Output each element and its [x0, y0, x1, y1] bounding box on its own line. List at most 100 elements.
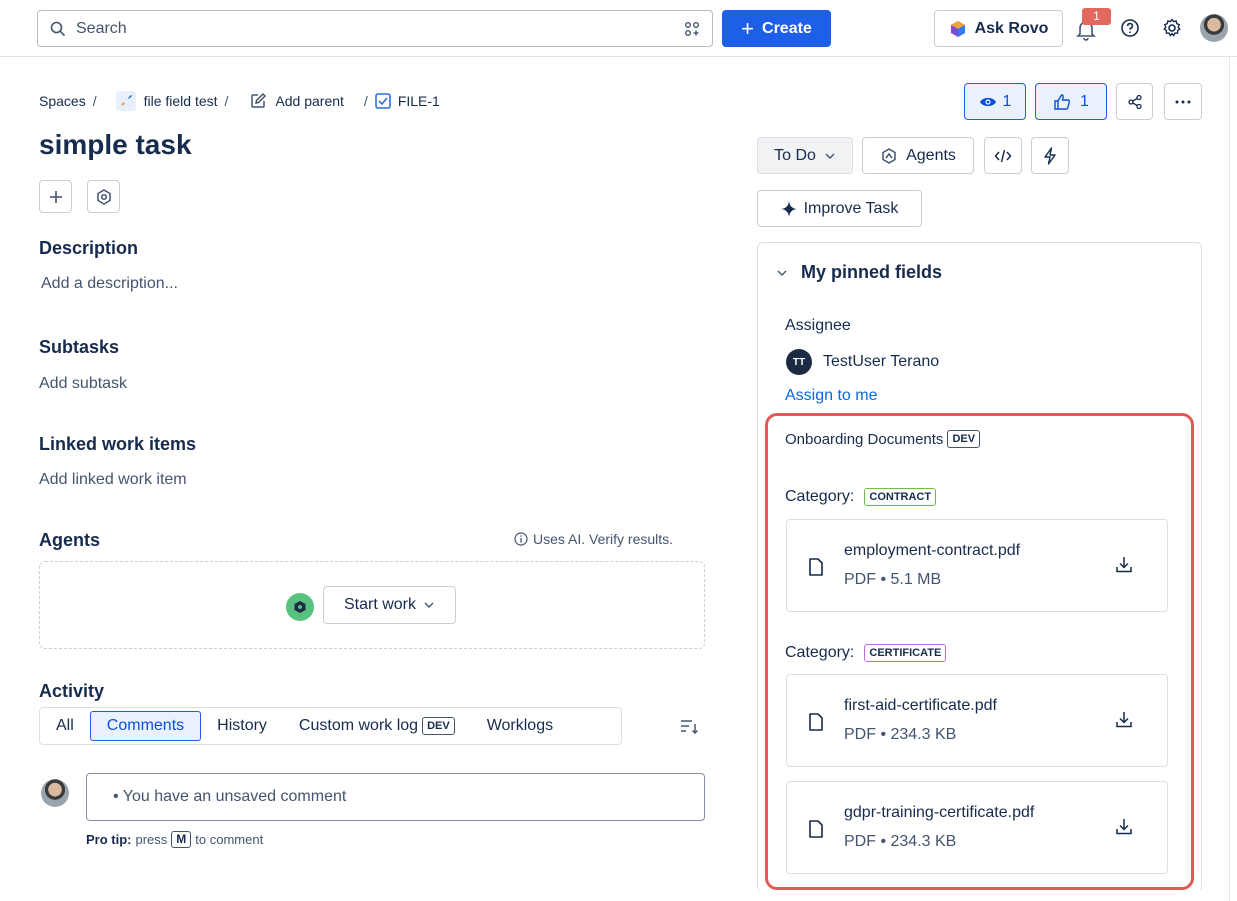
category-label: Category:: [785, 488, 855, 505]
breadcrumb: Spaces / file field test / Add parent / …: [39, 91, 440, 111]
assignee-label: Assignee: [785, 317, 851, 334]
watch-button[interactable]: 1: [964, 83, 1026, 120]
sort-order-icon[interactable]: [679, 716, 699, 736]
file-meta: PDF • 234.3 KB: [844, 726, 957, 743]
plus-icon: +: [741, 15, 755, 41]
share-icon: [1127, 94, 1142, 109]
plus-icon: [49, 190, 62, 203]
settings-gear-icon[interactable]: [1162, 18, 1182, 38]
help-icon[interactable]: [1120, 18, 1140, 38]
onboarding-documents-label: Onboarding Documents DEV: [785, 430, 981, 448]
like-count: 1: [1080, 92, 1089, 110]
file-name: first-aid-certificate.pdf: [844, 697, 997, 714]
improve-task-button[interactable]: Improve Task: [757, 190, 922, 227]
breadcrumb-project[interactable]: file field test: [144, 93, 218, 109]
search-icon: [50, 21, 66, 36]
tab-custom-work-log-label: Custom work log: [298, 717, 419, 734]
tab-worklogs[interactable]: Worklogs: [471, 711, 569, 741]
add-subtask-link[interactable]: Add subtask: [39, 375, 127, 393]
ask-rovo-button[interactable]: Ask Rovo: [934, 10, 1063, 47]
start-work-button[interactable]: Start work: [323, 586, 456, 624]
breadcrumb-separator: /: [363, 93, 368, 109]
activity-tabs: All Comments History Custom work log DEV…: [39, 707, 622, 745]
onboarding-documents-title: Onboarding Documents: [785, 430, 944, 448]
assignee-field[interactable]: TT TestUser Terano: [786, 349, 939, 375]
status-dropdown[interactable]: To Do: [757, 137, 853, 174]
breadcrumb-separator: /: [224, 93, 229, 109]
file-name: employment-contract.pdf: [844, 542, 1021, 559]
ai-note: Uses AI. Verify results.: [514, 531, 673, 547]
download-icon[interactable]: [1114, 817, 1134, 837]
search-filter-icon[interactable]: [684, 21, 700, 37]
chevron-down-icon: [777, 270, 787, 276]
add-linked-item-link[interactable]: Add linked work item: [39, 471, 187, 489]
agents-button-label: Agents: [906, 146, 956, 164]
create-button[interactable]: + Create: [722, 10, 831, 47]
pro-tip-label: Pro tip:: [86, 832, 132, 847]
automation-button[interactable]: [1031, 137, 1069, 174]
assignee-avatar: TT: [786, 349, 812, 375]
search-placeholder: Search: [76, 19, 127, 37]
tab-history[interactable]: History: [201, 711, 283, 741]
task-checkbox-icon: [375, 93, 391, 109]
eye-icon: [979, 97, 996, 106]
description-field[interactable]: Add a description...: [41, 275, 178, 293]
tab-custom-work-log[interactable]: Custom work log DEV: [283, 711, 471, 741]
subtasks-heading: Subtasks: [39, 337, 120, 357]
pinned-fields-toggle[interactable]: My pinned fields: [775, 262, 942, 283]
pinned-fields-heading: My pinned fields: [801, 262, 943, 282]
dev-tag: DEV: [947, 430, 981, 448]
tab-comments[interactable]: Comments: [89, 711, 202, 741]
agent-avatar-icon: [286, 593, 314, 621]
issue-title[interactable]: simple task: [39, 129, 192, 161]
keyboard-shortcut-key: M: [171, 831, 192, 848]
assignee-name: TestUser Terano: [823, 353, 940, 370]
category-badge-certificate: CERTIFICATE: [864, 644, 947, 662]
notification-count-badge: 1: [1082, 8, 1111, 25]
file-card[interactable]: employment-contract.pdf PDF • 5.1 MB: [786, 519, 1168, 612]
issue-key-link[interactable]: FILE-1: [398, 93, 440, 109]
hexagon-icon: [96, 188, 111, 205]
info-icon: [514, 532, 528, 546]
file-meta: PDF • 5.1 MB: [844, 571, 942, 588]
code-icon: [994, 149, 1012, 162]
category-badge-contract: CONTRACT: [864, 488, 937, 506]
category-row: Category: CERTIFICATE: [785, 644, 947, 662]
comment-input[interactable]: • You have an unsaved comment: [86, 773, 705, 821]
category-row: Category: CONTRACT: [785, 488, 937, 506]
category-label: Category:: [785, 644, 855, 661]
thumbs-up-icon: [1054, 93, 1071, 110]
download-icon[interactable]: [1114, 710, 1134, 730]
developer-button[interactable]: [984, 137, 1022, 174]
agents-button[interactable]: Agents: [862, 137, 974, 174]
download-icon[interactable]: [1114, 555, 1134, 575]
search-input[interactable]: Search: [37, 10, 713, 47]
top-navigation-bar: Search + Create Ask Rovo 1: [0, 0, 1237, 57]
page-scrollbar[interactable]: [1229, 57, 1237, 901]
apps-button[interactable]: [87, 180, 120, 213]
file-icon: [809, 713, 823, 731]
file-card[interactable]: first-aid-certificate.pdf PDF • 234.3 KB: [786, 674, 1168, 767]
share-button[interactable]: [1116, 83, 1153, 120]
tab-all[interactable]: All: [40, 711, 90, 741]
file-icon: [809, 558, 823, 576]
breadcrumb-spaces[interactable]: Spaces: [39, 93, 86, 109]
file-card[interactable]: gdpr-training-certificate.pdf PDF • 234.…: [786, 781, 1168, 874]
more-actions-button[interactable]: [1164, 83, 1202, 120]
improve-task-label: Improve Task: [803, 199, 899, 217]
file-name: gdpr-training-certificate.pdf: [844, 804, 1035, 821]
user-avatar[interactable]: [1200, 14, 1228, 42]
sparkle-icon: [780, 200, 797, 217]
add-button[interactable]: [39, 180, 72, 213]
add-parent-link[interactable]: Add parent: [275, 93, 344, 109]
ai-note-text: Uses AI. Verify results.: [533, 531, 674, 547]
chevron-down-icon: [825, 153, 835, 159]
commenter-avatar: [41, 779, 69, 807]
pro-tip-rest: to comment: [195, 832, 264, 847]
assign-to-me-link[interactable]: Assign to me: [785, 387, 877, 405]
pro-tip: Pro tip: press M to comment: [86, 831, 263, 848]
like-button[interactable]: 1: [1035, 83, 1107, 120]
status-label: To Do: [774, 146, 816, 164]
start-work-label: Start work: [343, 596, 416, 613]
agents-heading: Agents: [39, 530, 101, 550]
